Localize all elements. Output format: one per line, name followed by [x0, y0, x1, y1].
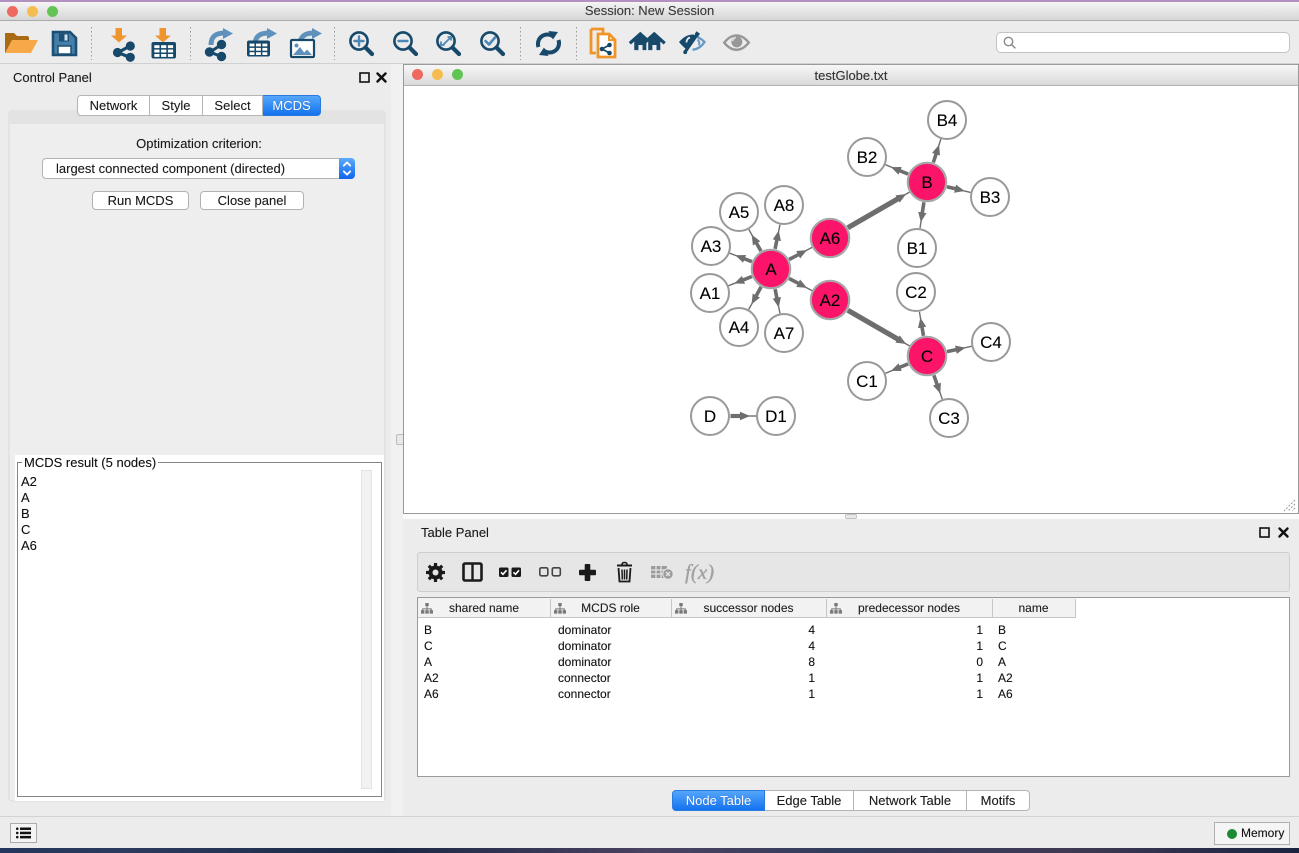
svg-text:A2: A2 — [820, 291, 841, 310]
svg-text:B2: B2 — [857, 148, 878, 167]
svg-text:B1: B1 — [907, 239, 928, 258]
svg-text:C2: C2 — [905, 283, 927, 302]
svg-text:B: B — [921, 173, 932, 192]
svg-text:A5: A5 — [729, 203, 750, 222]
svg-text:A: A — [765, 260, 777, 279]
svg-text:C4: C4 — [980, 333, 1002, 352]
svg-text:A8: A8 — [774, 196, 795, 215]
svg-text:D: D — [704, 407, 716, 426]
svg-text:A6: A6 — [820, 229, 841, 248]
svg-text:C3: C3 — [938, 409, 960, 428]
svg-text:B4: B4 — [937, 111, 958, 130]
svg-text:C1: C1 — [856, 372, 878, 391]
svg-text:A7: A7 — [774, 324, 795, 343]
svg-text:D1: D1 — [765, 407, 787, 426]
svg-text:B3: B3 — [980, 188, 1001, 207]
svg-text:A1: A1 — [700, 284, 721, 303]
svg-text:C: C — [921, 347, 933, 366]
svg-text:A3: A3 — [701, 237, 722, 256]
svg-text:A4: A4 — [729, 318, 750, 337]
